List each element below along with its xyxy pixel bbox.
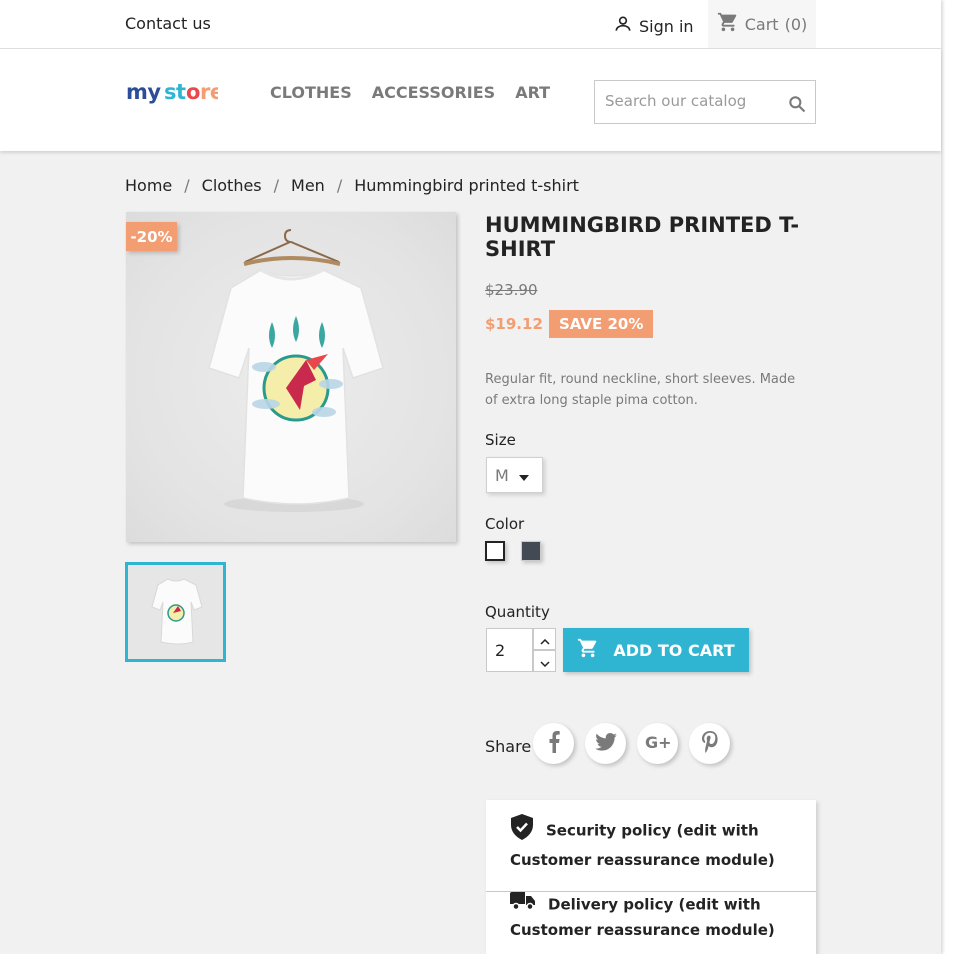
svg-text:G+: G+: [645, 734, 671, 750]
cart-label: Cart: [744, 14, 779, 34]
size-label: Size: [485, 431, 516, 449]
product-title: Hummingbird printed t-shirt: [485, 213, 800, 261]
contact-us-link[interactable]: Contact us: [125, 14, 211, 33]
product-thumbnail[interactable]: [125, 562, 226, 662]
menu-item-art[interactable]: ART: [515, 83, 550, 102]
product-cover-image[interactable]: [126, 212, 456, 542]
facebook-icon: [547, 730, 561, 757]
menu-item-clothes[interactable]: CLOTHES: [270, 83, 352, 102]
breadcrumb-separator: /: [184, 176, 190, 195]
caret-down-icon: [518, 466, 529, 485]
top-nav: Contact us Sign in Cart (0): [0, 0, 941, 49]
share-twitter-button[interactable]: [585, 723, 626, 764]
reassurance-text-security: Security policy (edit with Customer reas…: [510, 821, 775, 870]
chevron-up-icon: [539, 630, 550, 649]
size-value: M: [495, 465, 509, 485]
svg-text:re: re: [200, 80, 218, 104]
color-swatch-grey[interactable]: [521, 541, 541, 561]
main-menu: CLOTHES ACCESSORIES ART: [270, 83, 550, 102]
svg-text:st: st: [164, 80, 186, 104]
chevron-down-icon: [539, 652, 550, 671]
add-to-cart-button[interactable]: Add to cart: [563, 628, 749, 672]
current-price: $19.12: [485, 315, 543, 333]
breadcrumb-separator: /: [273, 176, 280, 195]
user-icon: [613, 14, 633, 38]
regular-price: $23.90: [485, 281, 538, 299]
share-pinterest-button[interactable]: [689, 723, 730, 764]
share-facebook-button[interactable]: [533, 723, 574, 764]
reassurance-text-delivery: Delivery policy (edit with Customer reas…: [510, 895, 775, 940]
size-select[interactable]: M: [486, 457, 543, 493]
breadcrumb-home[interactable]: Home: [125, 176, 172, 195]
search-box: [594, 80, 816, 124]
breadcrumb-clothes[interactable]: Clothes: [202, 176, 262, 195]
quantity-decrease-button[interactable]: [533, 650, 556, 672]
share-label: Share: [485, 737, 532, 756]
store-logo[interactable]: my st o re: [126, 77, 224, 114]
breadcrumb-current: Hummingbird printed t-shirt: [354, 176, 579, 195]
cart-icon: [577, 637, 599, 663]
sign-in-label: Sign in: [639, 16, 694, 36]
search-input[interactable]: [605, 92, 780, 110]
color-label: Color: [485, 515, 525, 533]
breadcrumb-separator: /: [336, 176, 343, 195]
product-description: Regular fit, round neckline, short sleev…: [485, 372, 796, 408]
save-badge: SAVE 20%: [549, 310, 654, 338]
page: Contact us Sign in Cart (0) my st o re C…: [0, 0, 941, 954]
color-swatch-white[interactable]: [485, 541, 505, 561]
pinterest-icon: [701, 730, 718, 757]
breadcrumb-men[interactable]: Men: [291, 176, 325, 195]
quantity-input[interactable]: 2: [486, 628, 533, 672]
share-google-plus-button[interactable]: G+: [637, 723, 678, 764]
cart-count: (0): [784, 14, 808, 34]
search-icon[interactable]: [787, 94, 807, 118]
discount-flag: -20%: [126, 222, 177, 251]
google-plus-icon: G+: [645, 733, 672, 754]
cart-icon: [717, 11, 739, 37]
reassurance-block: Security policy (edit with Customer reas…: [486, 800, 816, 954]
reassurance-item: Delivery policy (edit with Customer reas…: [486, 892, 816, 943]
breadcrumb: Home / Clothes / Men / Hummingbird print…: [125, 176, 579, 195]
svg-text:my: my: [126, 80, 161, 104]
svg-text:o: o: [186, 80, 200, 104]
cart-button[interactable]: Cart (0): [708, 0, 816, 48]
header: my st o re CLOTHES ACCESSORIES ART: [0, 49, 941, 151]
menu-item-accessories[interactable]: ACCESSORIES: [372, 83, 495, 102]
quantity-label: Quantity: [485, 603, 550, 621]
reassurance-item: Security policy (edit with Customer reas…: [486, 814, 816, 892]
truck-icon: [510, 892, 536, 918]
sign-in-link[interactable]: Sign in: [613, 14, 694, 38]
twitter-icon: [594, 732, 617, 755]
add-to-cart-label: Add to cart: [613, 640, 735, 660]
quantity-increase-button[interactable]: [533, 628, 556, 650]
shield-check-icon: [510, 814, 534, 848]
